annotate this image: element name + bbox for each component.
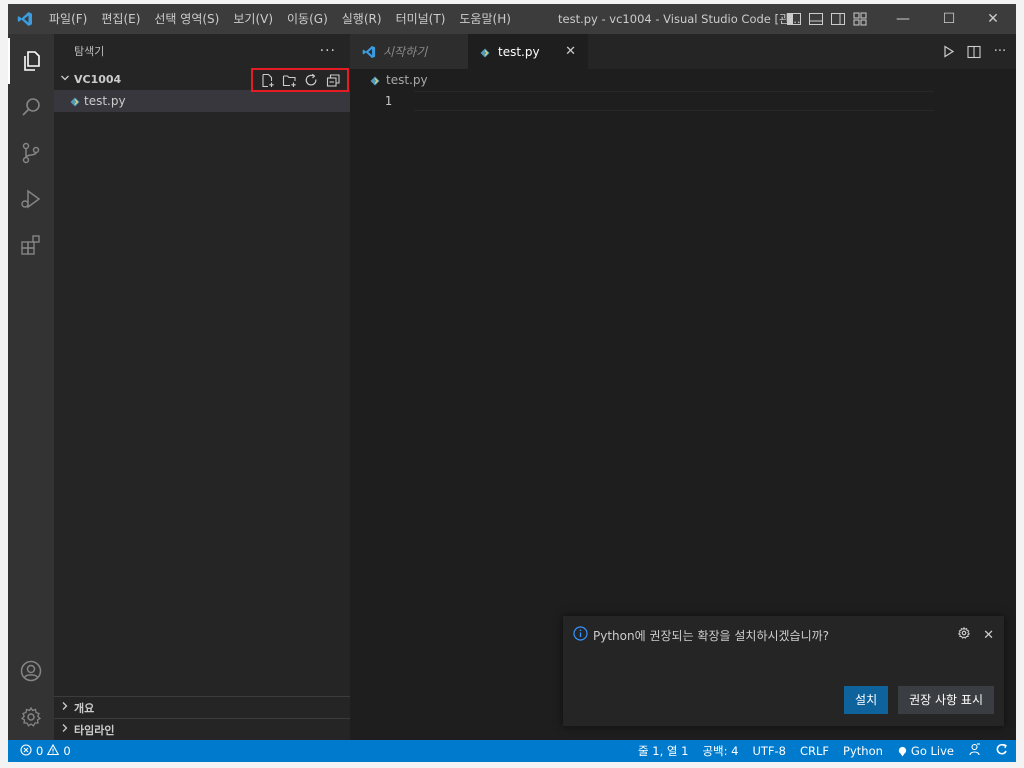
search-icon[interactable]: [8, 84, 54, 130]
status-bar: 0 0 줄 1, 열 1 공백: 4 UTF-8 CRLF Python Go …: [8, 740, 1016, 762]
notification-buttons: 설치 권장 사항 표시: [844, 686, 994, 714]
menu-edit[interactable]: 편집(E): [94, 4, 147, 34]
accounts-icon[interactable]: [8, 648, 54, 694]
info-icon: [573, 626, 588, 644]
current-line-highlight: [414, 91, 934, 111]
folder-actions-highlight: [251, 68, 349, 92]
menu-view[interactable]: 보기(V): [226, 4, 280, 34]
explorer-header: 탐색기 ···: [54, 34, 350, 68]
code-line[interactable]: 1: [350, 91, 1016, 111]
file-item-test-py[interactable]: test.py: [54, 90, 350, 112]
notifications-bell-icon[interactable]: [995, 743, 1008, 759]
source-control-icon[interactable]: [8, 130, 54, 176]
python-file-icon: [70, 96, 80, 107]
encoding[interactable]: UTF-8: [752, 744, 786, 758]
go-live-label: Go Live: [910, 744, 954, 758]
error-count: 0: [36, 744, 44, 758]
timeline-section[interactable]: 타임라인: [54, 718, 350, 740]
collapse-folders-icon[interactable]: [324, 71, 342, 89]
vscode-logo-icon: [362, 45, 376, 58]
warning-icon: [47, 743, 60, 759]
run-file-icon[interactable]: [940, 44, 956, 60]
menu-go[interactable]: 이동(G): [280, 4, 335, 34]
new-folder-icon[interactable]: [280, 71, 298, 89]
toggle-secondary-sidebar-icon[interactable]: [830, 11, 846, 27]
menu-run[interactable]: 실행(R): [335, 4, 389, 34]
layout-controls: [786, 4, 868, 34]
breadcrumb: test.py: [350, 69, 1016, 91]
end-of-line[interactable]: CRLF: [800, 744, 829, 758]
notification-message: Python에 권장되는 확장을 설치하시겠습니까?: [573, 626, 829, 644]
editor-more-icon[interactable]: ···: [992, 44, 1008, 60]
explorer-icon[interactable]: [8, 38, 54, 84]
menu-file[interactable]: 파일(F): [42, 4, 94, 34]
menu-selection[interactable]: 선택 영역(S): [147, 4, 226, 34]
close-tab-icon[interactable]: ✕: [565, 44, 576, 59]
split-editor-icon[interactable]: [966, 44, 982, 60]
menu-bar: 파일(F) 편집(E) 선택 영역(S) 보기(V) 이동(G) 실행(R) 터…: [42, 4, 518, 34]
tab-label: test.py: [498, 44, 540, 59]
notification-controls: ✕: [957, 626, 994, 644]
warning-count: 0: [63, 744, 71, 758]
notification-settings-gear-icon[interactable]: [957, 626, 971, 644]
new-file-icon[interactable]: [258, 71, 276, 89]
run-debug-icon[interactable]: [8, 176, 54, 222]
activity-bar: [8, 34, 54, 740]
vscode-logo-icon: [8, 4, 42, 34]
language-mode[interactable]: Python: [843, 744, 883, 758]
chevron-right-icon: [60, 701, 74, 714]
folder-header[interactable]: VC1004: [54, 68, 350, 92]
outline-section[interactable]: 개요: [54, 696, 350, 718]
outline-label: 개요: [74, 701, 95, 715]
close-window-button[interactable]: ✕: [970, 4, 1016, 34]
breadcrumb-file[interactable]: test.py: [386, 73, 428, 87]
python-file-icon: [480, 47, 490, 57]
menu-terminal[interactable]: 터미널(T): [389, 4, 453, 34]
maximize-button[interactable]: ☐: [926, 4, 972, 34]
notification-text: Python에 권장되는 확장을 설치하시겠습니까?: [593, 628, 830, 643]
cursor-position[interactable]: 줄 1, 열 1: [638, 743, 688, 759]
tab-welcome[interactable]: 시작하기: [350, 34, 468, 69]
folder-name: VC1004: [74, 72, 122, 86]
menu-help[interactable]: 도움말(H): [452, 4, 518, 34]
install-button[interactable]: 설치: [844, 686, 889, 714]
customize-layout-icon[interactable]: [852, 11, 868, 27]
timeline-label: 타임라인: [74, 723, 115, 737]
error-icon: [20, 743, 32, 759]
problems-status[interactable]: 0 0: [8, 743, 71, 759]
refresh-icon[interactable]: [302, 71, 320, 89]
indentation[interactable]: 공백: 4: [702, 743, 738, 759]
window-title: test.py - vc1004 - Visual Studio Code [관…: [558, 12, 801, 26]
notification-close-icon[interactable]: ✕: [983, 628, 994, 643]
extension-recommendation-toast: Python에 권장되는 확장을 설치하시겠습니까? ✕ 설치 권장 사항 표시: [563, 616, 1004, 726]
go-live-button[interactable]: Go Live: [897, 744, 954, 758]
chevron-right-icon: [60, 723, 74, 736]
editor-actions: ···: [940, 34, 1008, 69]
line-number: 1: [384, 94, 392, 108]
show-recommendations-button[interactable]: 권장 사항 표시: [898, 686, 994, 714]
file-name: test.py: [84, 94, 126, 108]
title-bar: 파일(F) 편집(E) 선택 영역(S) 보기(V) 이동(G) 실행(R) 터…: [8, 4, 1016, 34]
chevron-down-icon: [60, 73, 74, 86]
python-file-icon: [370, 75, 380, 86]
vscode-window: 파일(F) 편집(E) 선택 영역(S) 보기(V) 이동(G) 실행(R) 터…: [8, 4, 1016, 762]
editor-tabs: 시작하기 test.py ✕ ···: [350, 34, 1016, 69]
toggle-panel-icon[interactable]: [808, 11, 824, 27]
explorer-sidebar: 탐색기 ··· VC1004 test.py 개요 타임라인: [54, 34, 350, 740]
toggle-primary-sidebar-icon[interactable]: [786, 11, 802, 27]
feedback-icon[interactable]: [968, 743, 981, 759]
extensions-icon[interactable]: [8, 222, 54, 268]
tab-test-py[interactable]: test.py ✕: [468, 34, 588, 69]
explorer-title: 탐색기: [74, 45, 105, 58]
tab-label: 시작하기: [383, 45, 428, 59]
more-actions-icon[interactable]: ···: [320, 43, 336, 59]
broadcast-icon: [898, 746, 907, 757]
minimize-button[interactable]: —: [880, 4, 926, 34]
status-bar-right: 줄 1, 열 1 공백: 4 UTF-8 CRLF Python Go Live: [638, 740, 1008, 762]
manage-gear-icon[interactable]: [8, 694, 54, 740]
